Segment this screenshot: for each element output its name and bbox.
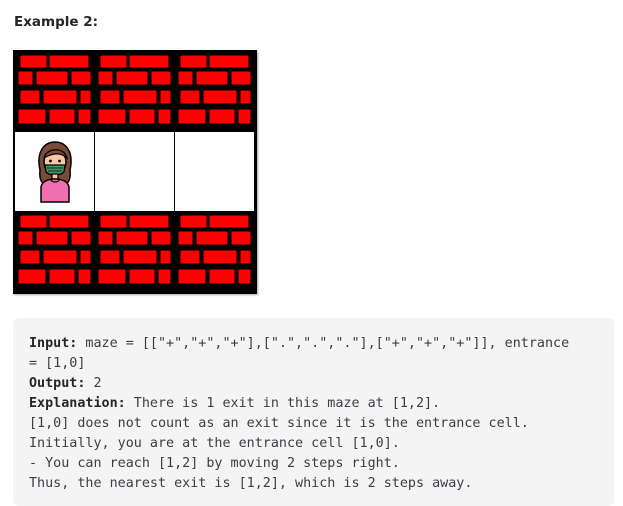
brick-wall-icon xyxy=(97,214,172,285)
input-label: Input: xyxy=(29,336,78,351)
maze-cell-wall xyxy=(95,212,174,291)
maze-cell-wall xyxy=(95,52,174,131)
output-label: Output: xyxy=(29,376,86,391)
maze-cell-exit xyxy=(175,132,254,211)
explanation-line-4: [1,0] does not count as an exit since it… xyxy=(29,416,529,431)
person-with-mask-icon xyxy=(38,141,72,203)
explanation-line: Explanation: There is 1 exit in this maz… xyxy=(29,396,440,411)
input-value: maze = [["+","+","+"],[".",".","."],["+"… xyxy=(77,336,570,351)
maze-grid xyxy=(13,50,257,294)
example-title: Example 2: xyxy=(14,14,99,30)
input-line-continued: = [1,0] xyxy=(29,356,86,371)
maze-cell-wall xyxy=(15,212,94,291)
explanation-value: There is 1 exit in this maze at [1,2]. xyxy=(125,396,441,411)
explanation-line-7: Thus, the nearest exit is [1,2], which i… xyxy=(29,476,473,491)
maze-cell-entrance xyxy=(15,132,94,211)
explanation-label: Explanation: xyxy=(29,396,126,411)
input-line: Input: maze = [["+","+","+"],[".",".",".… xyxy=(29,336,569,351)
explanation-line-6: - You can reach [1,2] by moving 2 steps … xyxy=(29,456,400,471)
maze-cell-wall xyxy=(175,212,254,291)
maze-cell-wall xyxy=(175,52,254,131)
explanation-line-5: Initially, you are at the entrance cell … xyxy=(29,436,400,451)
maze-cell-wall xyxy=(15,52,94,131)
brick-wall-icon xyxy=(177,214,252,285)
brick-wall-icon xyxy=(177,54,252,125)
brick-wall-icon xyxy=(97,54,172,125)
example-explanation-box: Input: maze = [["+","+","+"],[".",".",".… xyxy=(13,318,614,506)
brick-wall-icon xyxy=(17,214,92,285)
brick-wall-icon xyxy=(17,54,92,125)
output-line: Output: 2 xyxy=(29,376,102,391)
maze-cell-open xyxy=(95,132,174,211)
output-value: 2 xyxy=(85,376,102,391)
